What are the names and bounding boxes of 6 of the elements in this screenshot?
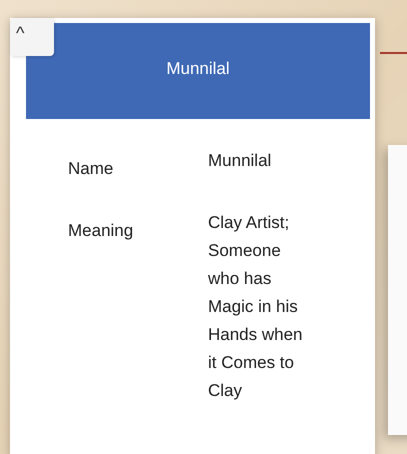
card-title: Munnilal: [166, 59, 230, 80]
field-label: Meaning: [68, 221, 134, 242]
field-value: Munnilal: [208, 150, 272, 172]
field-value: Clay Artist; Someone who has Magic in his Hands when it Comes to Clay: [208, 212, 304, 402]
collapse-button[interactable]: ^: [10, 18, 54, 56]
field-label: Name: [68, 159, 114, 179]
